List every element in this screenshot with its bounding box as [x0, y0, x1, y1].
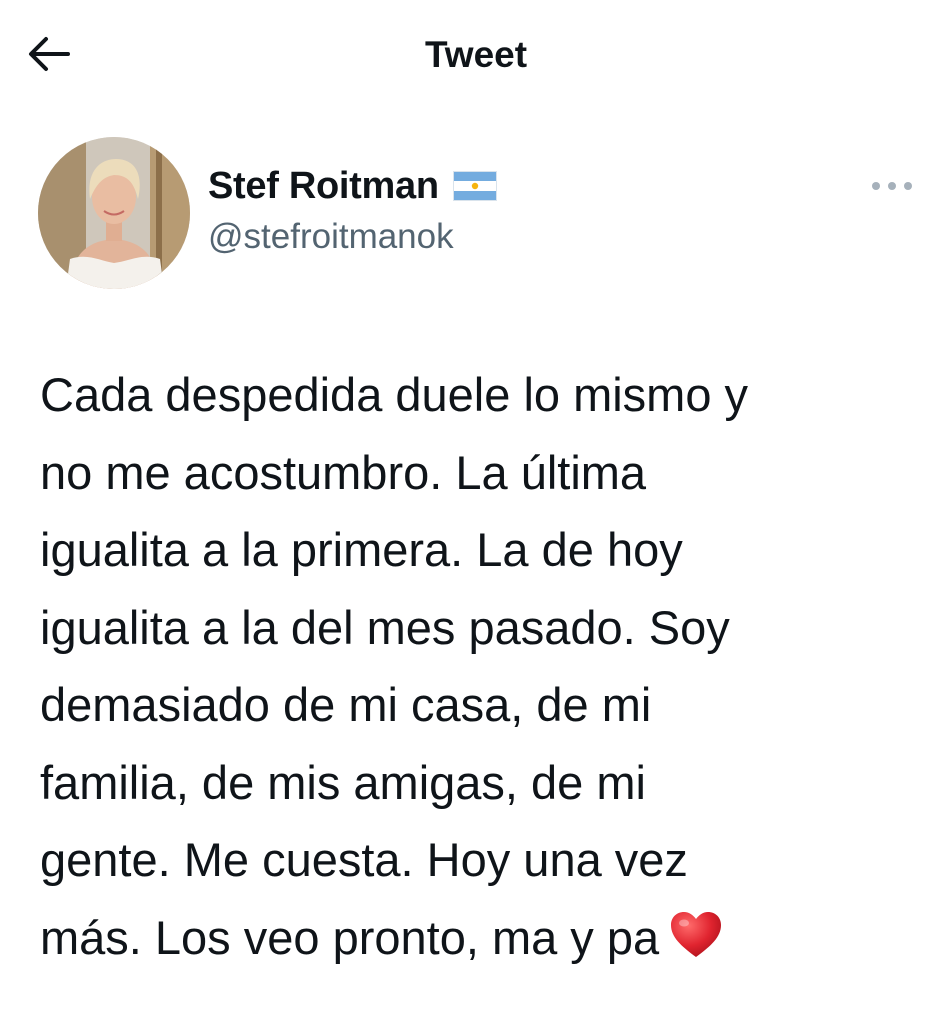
more-horizontal-icon [872, 182, 880, 190]
tweet-body: Cada despedida duele lo mismo y no me ac… [40, 368, 749, 964]
red-heart-icon [671, 911, 722, 957]
more-horizontal-icon [888, 182, 896, 190]
more-horizontal-icon [904, 182, 912, 190]
author-info: Stef Roitman @stefroitmanok [208, 162, 497, 258]
user-handle[interactable]: @stefroitmanok [208, 216, 497, 258]
argentina-flag-icon [452, 171, 497, 201]
name-row: Stef Roitman [208, 162, 497, 210]
tweet-text: Cada despedida duele lo mismo y no me ac… [40, 356, 930, 976]
display-name[interactable]: Stef Roitman [208, 162, 439, 210]
more-options-button[interactable] [868, 172, 916, 200]
top-bar: Tweet [0, 0, 952, 110]
avatar[interactable] [38, 137, 190, 289]
page-title: Tweet [424, 34, 528, 75]
profile-photo [38, 137, 190, 289]
